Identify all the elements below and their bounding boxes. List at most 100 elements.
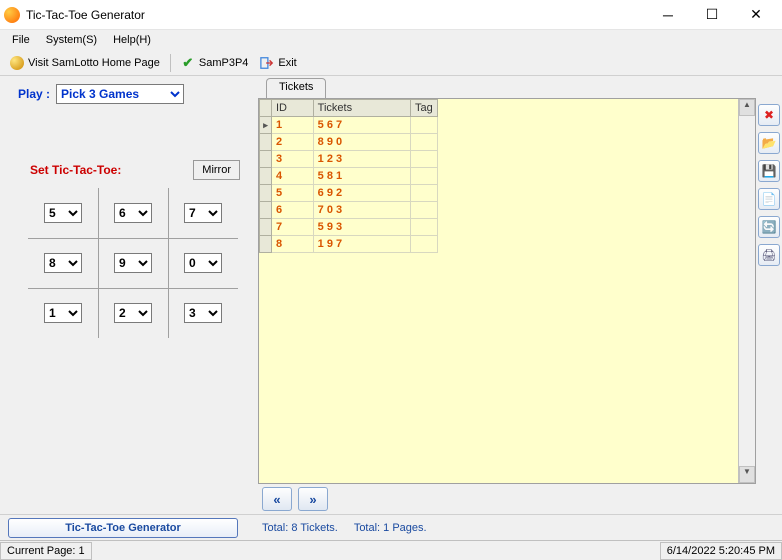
cell-tickets: 5 6 7 (313, 117, 410, 134)
refresh-icon: 🔄 (762, 220, 777, 234)
row-header (260, 219, 272, 236)
table-row[interactable]: 15 6 7 (260, 117, 438, 134)
refresh-button[interactable]: 🔄 (758, 216, 780, 238)
scroll-up-icon[interactable]: ▲ (739, 99, 755, 116)
disk-icon: 💾 (762, 164, 777, 178)
menu-file[interactable]: File (4, 32, 38, 48)
cell-id: 5 (271, 185, 313, 202)
grid-scrollbar[interactable]: ▲ ▼ (738, 99, 755, 483)
play-select[interactable]: Pick 3 Games (56, 84, 184, 104)
print-button[interactable]: 🖨 (758, 244, 780, 266)
page-first-button[interactable]: « (262, 487, 292, 511)
open-button[interactable]: 📂 (758, 132, 780, 154)
cell-tag (410, 236, 437, 253)
cell-tickets: 1 2 3 (313, 151, 410, 168)
toolbar-sep (170, 54, 171, 72)
bottom-bar: Tic-Tac-Toe Generator Total: 8 Tickets. … (0, 514, 782, 540)
tickets-table: ID Tickets Tag 15 6 728 9 031 2 345 8 15… (259, 99, 438, 253)
mirror-button[interactable]: Mirror (193, 160, 240, 180)
total-pages: Total: 1 Pages. (354, 522, 427, 534)
tab-row: Tickets (258, 76, 756, 98)
row-header (260, 117, 272, 134)
tab-tickets[interactable]: Tickets (266, 78, 326, 98)
table-row[interactable]: 56 9 2 (260, 185, 438, 202)
cell-tickets: 5 9 3 (313, 219, 410, 236)
close-button[interactable]: ✕ (734, 1, 778, 29)
left-panel: Play : Pick 3 Games Set Tic-Tac-Toe: Mir… (0, 76, 258, 514)
cell-tag (410, 202, 437, 219)
play-label: Play : (18, 87, 50, 101)
cell-tag (410, 185, 437, 202)
table-row[interactable]: 31 2 3 (260, 151, 438, 168)
row-header (260, 151, 272, 168)
samp3p4-button[interactable]: ✔ SamP3P4 (175, 54, 255, 72)
export-button[interactable]: 📄 (758, 188, 780, 210)
cell-tag (410, 117, 437, 134)
ttt-cell-1[interactable]: 6 (114, 203, 152, 223)
table-row[interactable]: 75 9 3 (260, 219, 438, 236)
right-toolbar: ✖ 📂 💾 📄 🔄 🖨 (756, 76, 782, 514)
col-id[interactable]: ID (271, 100, 313, 117)
exit-button[interactable]: Exit (254, 54, 302, 72)
row-header (260, 134, 272, 151)
cell-id: 1 (271, 117, 313, 134)
total-tickets: Total: 8 Tickets. (262, 522, 338, 534)
visit-home-label: Visit SamLotto Home Page (28, 57, 160, 69)
menu-system[interactable]: System(S) (38, 32, 105, 48)
row-header (260, 168, 272, 185)
cell-tag (410, 151, 437, 168)
cell-tag (410, 219, 437, 236)
row-header (260, 236, 272, 253)
row-header (260, 202, 272, 219)
col-tickets[interactable]: Tickets (313, 100, 410, 117)
table-row[interactable]: 67 0 3 (260, 202, 438, 219)
check-icon: ✔ (181, 56, 195, 70)
menubar: File System(S) Help(H) (0, 30, 782, 50)
pager: « » (258, 484, 756, 514)
table-row[interactable]: 45 8 1 (260, 168, 438, 185)
print-icon: 🖨 (761, 248, 776, 262)
folder-icon: 📂 (762, 136, 777, 150)
ttt-cell-8[interactable]: 3 (184, 303, 222, 323)
scroll-down-icon[interactable]: ▼ (739, 466, 755, 483)
main-area: Play : Pick 3 Games Set Tic-Tac-Toe: Mir… (0, 76, 782, 514)
titlebar: Tic-Tac-Toe Generator ─ ☐ ✕ (0, 0, 782, 30)
status-page: Current Page: 1 (0, 542, 92, 560)
window-title: Tic-Tac-Toe Generator (26, 8, 646, 22)
table-row[interactable]: 28 9 0 (260, 134, 438, 151)
generate-button[interactable]: Tic-Tac-Toe Generator (8, 518, 238, 538)
cell-id: 2 (271, 134, 313, 151)
table-row[interactable]: 81 9 7 (260, 236, 438, 253)
ttt-cell-5[interactable]: 0 (184, 253, 222, 273)
exit-label: Exit (278, 57, 296, 69)
ttt-grid: 5 6 7 8 9 0 1 2 3 (28, 188, 238, 338)
grid-area: ID Tickets Tag 15 6 728 9 031 2 345 8 15… (258, 98, 756, 484)
menu-help[interactable]: Help(H) (105, 32, 159, 48)
status-datetime: 6/14/2022 5:20:45 PM (660, 542, 782, 560)
cell-tag (410, 168, 437, 185)
minimize-button[interactable]: ─ (646, 1, 690, 29)
ttt-cell-2[interactable]: 7 (184, 203, 222, 223)
ttt-cell-3[interactable]: 8 (44, 253, 82, 273)
ttt-cell-7[interactable]: 2 (114, 303, 152, 323)
cell-id: 3 (271, 151, 313, 168)
cell-id: 7 (271, 219, 313, 236)
ttt-cell-6[interactable]: 1 (44, 303, 82, 323)
visit-home-button[interactable]: Visit SamLotto Home Page (4, 54, 166, 72)
cell-id: 8 (271, 236, 313, 253)
maximize-button[interactable]: ☐ (690, 1, 734, 29)
page-next-button[interactable]: » (298, 487, 328, 511)
toolbar: Visit SamLotto Home Page ✔ SamP3P4 Exit (0, 50, 782, 76)
cell-tickets: 8 9 0 (313, 134, 410, 151)
ttt-cell-4[interactable]: 9 (114, 253, 152, 273)
save-button[interactable]: 💾 (758, 160, 780, 182)
cell-tickets: 6 9 2 (313, 185, 410, 202)
ttt-label: Set Tic-Tac-Toe: (30, 163, 121, 177)
col-tag[interactable]: Tag (410, 100, 437, 117)
ttt-cell-0[interactable]: 5 (44, 203, 82, 223)
samp3p4-label: SamP3P4 (199, 57, 249, 69)
app-icon (4, 7, 20, 23)
cell-tickets: 1 9 7 (313, 236, 410, 253)
status-bar: Current Page: 1 6/14/2022 5:20:45 PM (0, 540, 782, 560)
delete-button[interactable]: ✖ (758, 104, 780, 126)
